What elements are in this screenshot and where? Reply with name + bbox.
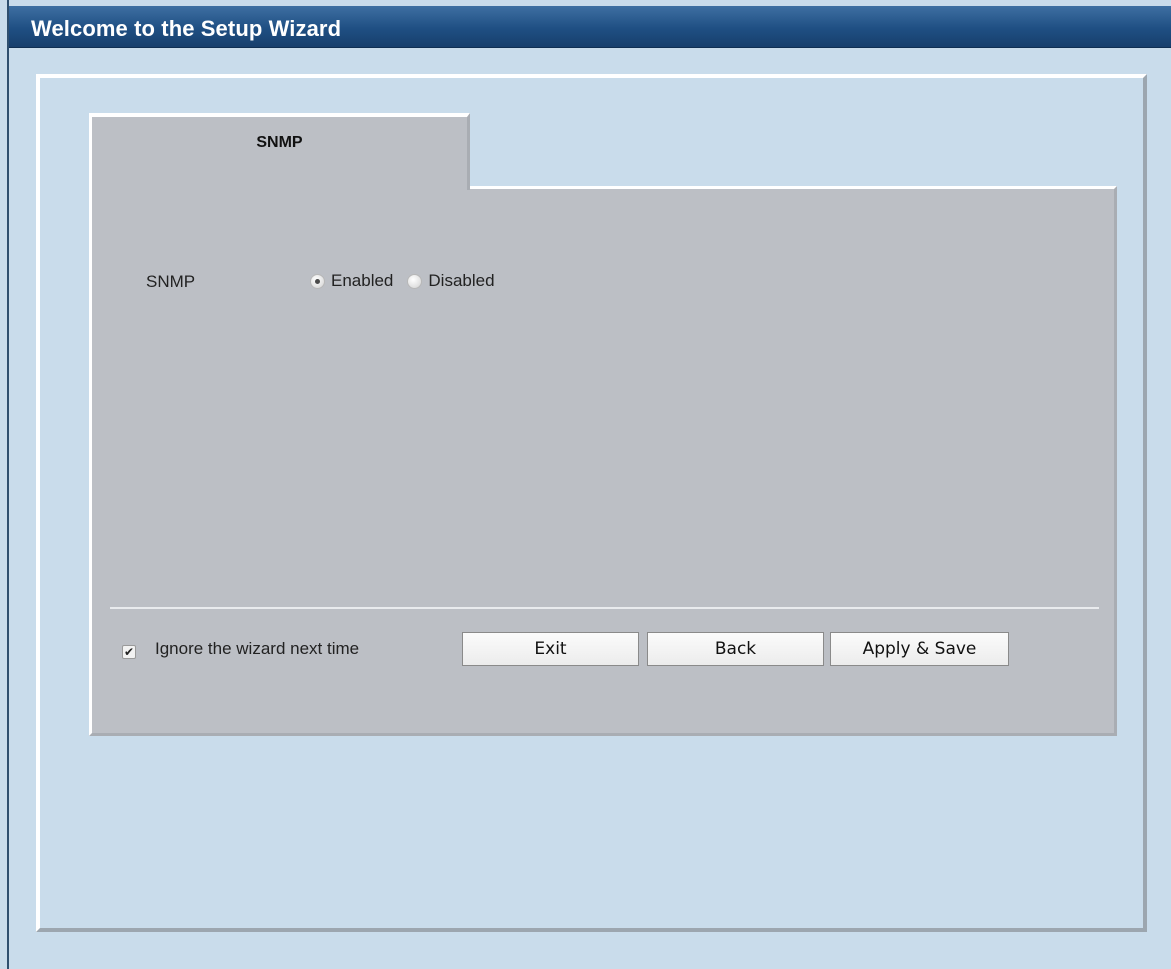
ignore-wizard-checkbox[interactable]: ✔ xyxy=(122,645,136,659)
tab-label: SNMP xyxy=(256,134,303,151)
snmp-enabled-radio[interactable] xyxy=(310,273,325,289)
snmp-disabled-label[interactable]: Disabled xyxy=(428,271,494,291)
tab-panel-join xyxy=(92,183,467,191)
divider xyxy=(110,607,1099,609)
snmp-enabled-label[interactable]: Enabled xyxy=(331,271,393,291)
snmp-radio-group: Enabled Disabled xyxy=(310,271,509,291)
left-border xyxy=(7,0,9,969)
exit-button[interactable]: Exit xyxy=(462,632,639,666)
snmp-disabled-radio[interactable] xyxy=(407,273,423,289)
wizard-header: Welcome to the Setup Wizard xyxy=(9,6,1171,48)
apply-save-button[interactable]: Apply & Save xyxy=(830,632,1009,666)
back-button[interactable]: Back xyxy=(647,632,824,666)
tab-snmp[interactable]: SNMP xyxy=(89,113,470,190)
ignore-wizard-label[interactable]: Ignore the wizard next time xyxy=(155,639,359,659)
page-title: Welcome to the Setup Wizard xyxy=(31,16,342,41)
snmp-label: SNMP xyxy=(146,272,196,291)
